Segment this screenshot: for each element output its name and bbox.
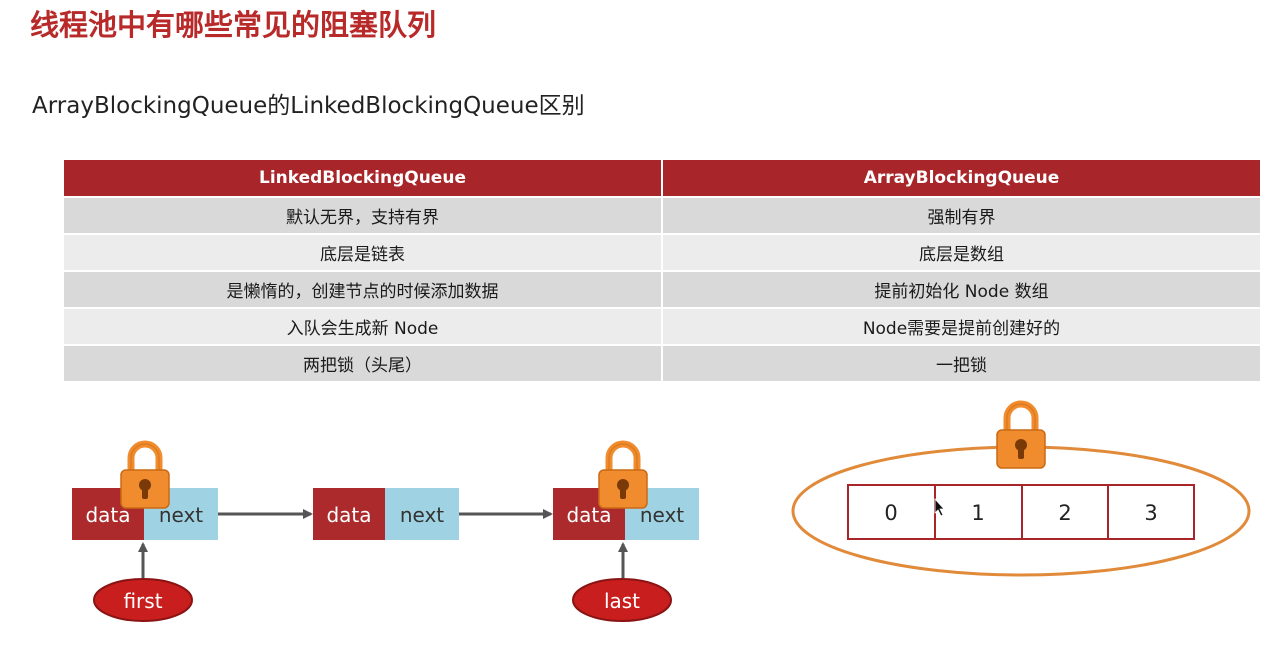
data-label: data — [326, 503, 371, 527]
array-cell-label: 2 — [1058, 501, 1071, 525]
first-label: first — [123, 589, 162, 613]
array-cells: 0 1 2 3 — [847, 484, 1195, 540]
first-pointer: first — [93, 578, 193, 622]
next-label: next — [400, 503, 444, 527]
lock-icon — [599, 444, 647, 508]
array-cell-label: 1 — [971, 501, 984, 525]
last-pointer: last — [572, 578, 672, 622]
lock-icon — [121, 444, 169, 508]
next-label: next — [640, 503, 684, 527]
lock-icon — [997, 404, 1045, 468]
queue-diagrams: data next data next data next first last — [72, 0, 1251, 622]
array-cell-label: 3 — [1144, 501, 1157, 525]
last-label: last — [604, 589, 640, 613]
array-cell-label: 0 — [884, 501, 897, 525]
linked-node-2: data next — [313, 488, 459, 540]
